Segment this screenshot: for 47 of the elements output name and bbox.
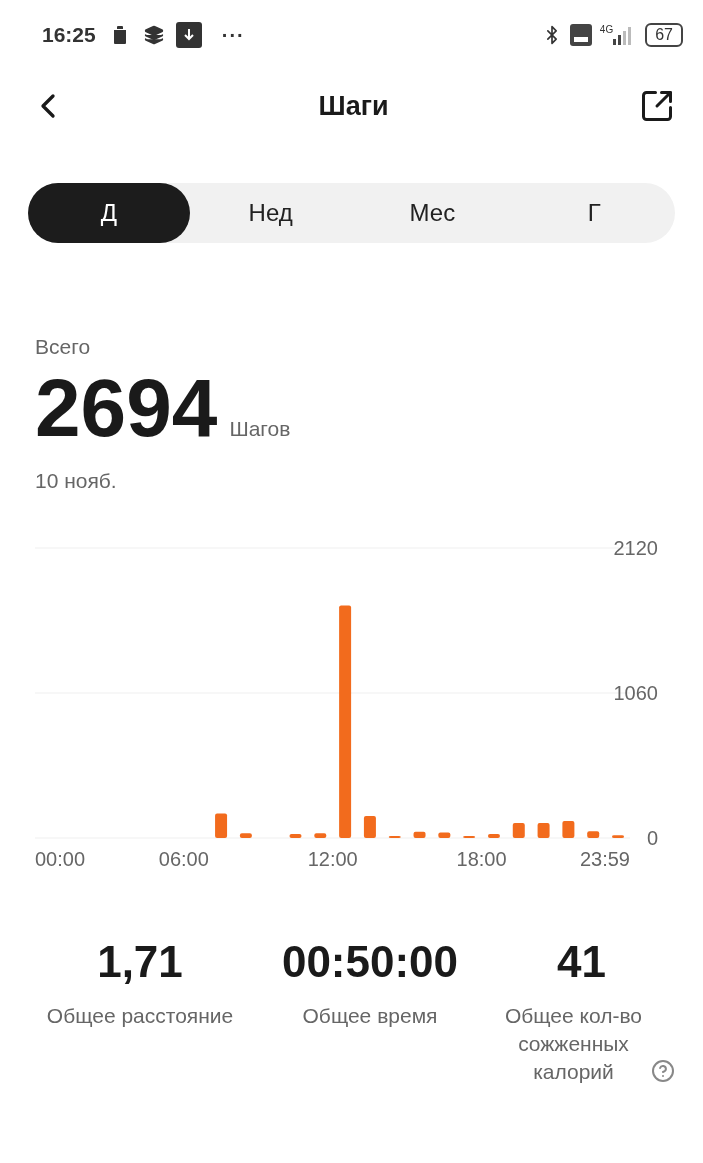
x-tick-label: 18:00 (456, 848, 507, 868)
date-label: 10 нояб. (35, 467, 118, 494)
chart-bar (239, 833, 252, 838)
layers-icon (143, 25, 164, 45)
x-tick-label: 00:00 (35, 848, 86, 868)
chart-bar (587, 831, 600, 838)
help-icon[interactable] (650, 1059, 675, 1083)
y-tick-label: 0 (646, 827, 658, 849)
chart-bar (363, 816, 376, 838)
y-tick-label: 1060 (613, 682, 658, 704)
chart-bar (215, 813, 228, 838)
chart-bar (512, 822, 525, 838)
stat-value: 00:50:00 (281, 940, 459, 984)
page-title: Шаги (318, 89, 389, 123)
stat-label: Общее расстояние (46, 1003, 234, 1029)
x-tick-label: 12:00 (307, 848, 358, 868)
total-label: Всего (35, 334, 92, 360)
more-indicator: ··· (221, 23, 245, 48)
period-tab[interactable]: Д (28, 183, 190, 243)
period-tab[interactable]: Г (513, 183, 675, 243)
stat-value: 41 (557, 940, 606, 984)
x-tick-label: 06:00 (158, 848, 209, 868)
chart-bar (388, 835, 401, 838)
chart-bar (289, 833, 302, 838)
status-time: 16:25 (42, 22, 96, 49)
signal-icon (613, 25, 634, 45)
share-button[interactable] (639, 88, 675, 124)
y-tick-label: 2120 (613, 537, 658, 559)
download-icon (175, 22, 202, 48)
period-tab[interactable]: Мес (351, 183, 514, 243)
chart-bar (487, 833, 500, 838)
step-unit: Шагов (229, 415, 291, 442)
battery-indicator: 67 (645, 23, 683, 47)
chart-bar (413, 831, 426, 838)
stat-label: Общее кол-во сожженных калорий (503, 1003, 644, 1085)
period-tab[interactable]: Нед (189, 183, 352, 243)
chart-bar (537, 822, 550, 838)
chart-bar (562, 820, 575, 838)
stat-value: 1,71 (97, 940, 183, 984)
network-type: 4G (599, 23, 614, 37)
chart-bar (612, 835, 624, 838)
chart-bar (314, 833, 327, 838)
stat-label: Общее время (302, 1003, 438, 1029)
x-tick-label: 23:59 (579, 848, 630, 868)
chart-bar (463, 835, 476, 838)
chart-bar (438, 832, 451, 838)
step-count: 2694 (35, 366, 218, 449)
